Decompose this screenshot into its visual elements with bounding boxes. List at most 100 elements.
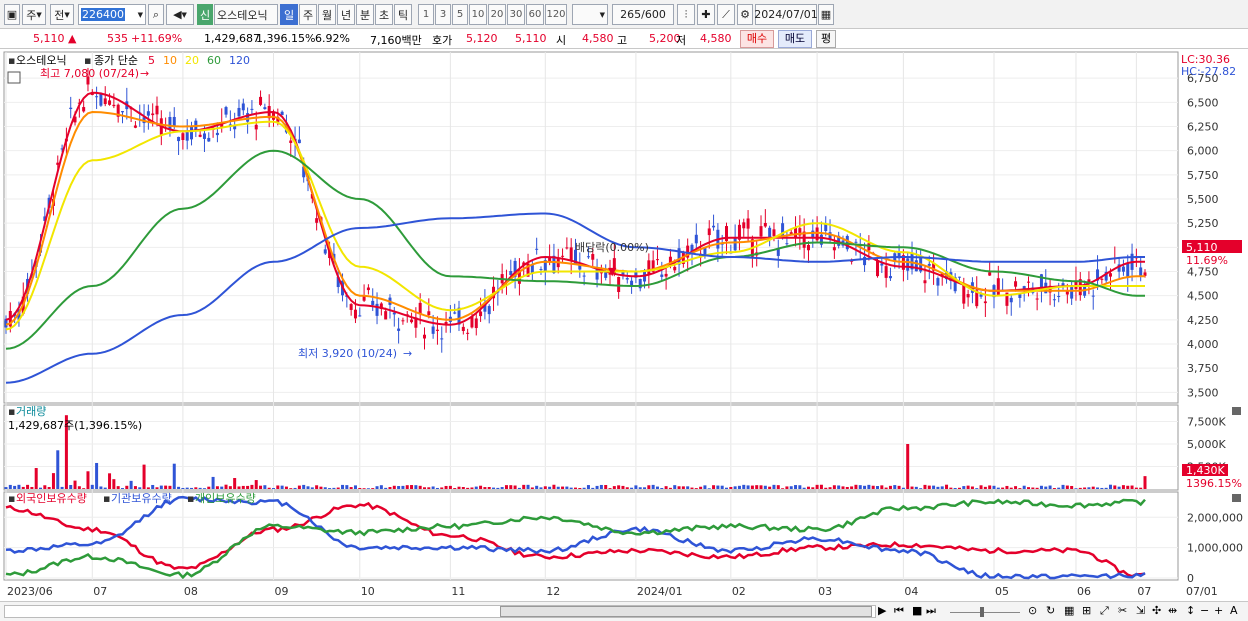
interval-button-120[interactable]: 120 xyxy=(545,4,567,25)
rewind-icon[interactable]: ⏮ xyxy=(894,604,904,618)
line-icon[interactable]: ⟋ xyxy=(717,4,735,25)
date-field[interactable]: 2024/07/01 xyxy=(754,4,818,25)
volume-bar xyxy=(142,464,146,489)
up-down-icon[interactable]: ↕ xyxy=(1186,604,1195,617)
tab-period-4[interactable]: 분 xyxy=(356,4,374,25)
volume-bar xyxy=(776,485,780,489)
cross-icon[interactable]: ✣ xyxy=(1152,604,1161,617)
zoom-slider[interactable] xyxy=(950,612,1020,613)
volume-bar xyxy=(819,484,823,489)
tab-period-0[interactable]: 일 xyxy=(280,4,298,25)
candle-body xyxy=(1035,298,1039,300)
x-tick-label: 10 xyxy=(361,585,375,598)
turnover-pct: 6.92% xyxy=(315,32,350,45)
avg-button[interactable]: 평 xyxy=(816,30,836,48)
interval-select[interactable]: ▼ xyxy=(572,4,608,25)
candle-body xyxy=(237,107,241,117)
volume-bar xyxy=(703,485,707,489)
prev-button[interactable]: 전 ▼ xyxy=(50,4,74,25)
zoom-fit-icon[interactable]: ⊙ xyxy=(1028,604,1037,617)
zoom-slider-handle[interactable] xyxy=(980,607,984,617)
scroll-right-icon[interactable]: ▶ xyxy=(878,604,886,617)
volume-bar xyxy=(647,485,651,489)
candle-body xyxy=(375,303,379,316)
sound-icon[interactable]: ◀ ▼ xyxy=(166,4,194,25)
volume-bar xyxy=(979,485,983,489)
bottom-scrollbar[interactable]: ▶ ⏮ ■ ⏭ ⊙ ↻ ▦ ⊞ ⤢ ✂ ⇲ ✣ ⇹ ↕ − + A xyxy=(0,601,1248,621)
volume-bar xyxy=(125,485,129,489)
volume-bar xyxy=(716,485,720,489)
candle-body xyxy=(1091,295,1095,297)
x-tick-label: 03 xyxy=(818,585,832,598)
settings-icon[interactable]: ⚙ xyxy=(737,4,753,25)
scroll-thumb[interactable] xyxy=(500,606,872,617)
candle-body xyxy=(660,274,664,277)
candle-body xyxy=(983,301,987,304)
interval-button-1[interactable]: 1 xyxy=(418,4,434,25)
refresh-icon[interactable]: ↻ xyxy=(1046,604,1055,617)
volume-bar xyxy=(211,476,215,489)
font-size-icon[interactable]: A xyxy=(1230,604,1238,617)
crosshair-icon[interactable]: ✚ xyxy=(697,4,715,25)
price-tick-label: 4,250 xyxy=(1187,314,1219,327)
x-tick-label: 11 xyxy=(451,585,465,598)
x-tick-label: 02 xyxy=(732,585,746,598)
interval-button-30[interactable]: 30 xyxy=(507,4,525,25)
interval-button-3[interactable]: 3 xyxy=(435,4,451,25)
tab-period-3[interactable]: 년 xyxy=(337,4,355,25)
candle-body xyxy=(936,278,940,286)
stop-icon[interactable]: ■ xyxy=(912,604,922,617)
arrows-icon[interactable]: ⇹ xyxy=(1168,604,1177,617)
interval-button-10[interactable]: 10 xyxy=(469,4,487,25)
tab-period-6[interactable]: 틱 xyxy=(394,4,412,25)
candle-icon[interactable]: ⫶ xyxy=(677,4,695,25)
volume-bar xyxy=(155,487,159,489)
high-label: 고 xyxy=(617,34,628,47)
shrink-icon[interactable]: ⇲ xyxy=(1136,604,1145,617)
count-field[interactable]: 265/600 xyxy=(612,4,674,25)
volume-bar xyxy=(983,486,987,489)
buy-button[interactable]: 매수 xyxy=(740,30,774,48)
layout-icon[interactable]: ▣ xyxy=(4,4,20,25)
holding-close-icon[interactable] xyxy=(1232,494,1241,502)
grid-icon[interactable]: ▦ xyxy=(1064,604,1074,617)
tab-period-2[interactable]: 월 xyxy=(318,4,336,25)
interval-button-20[interactable]: 20 xyxy=(488,4,506,25)
search-icon[interactable]: ⌕ xyxy=(148,4,164,25)
grid-table-icon[interactable] xyxy=(7,71,21,84)
volume-bar xyxy=(591,487,595,489)
split-icon[interactable]: ⊞ xyxy=(1082,604,1091,617)
zoom-out-icon[interactable]: − xyxy=(1200,604,1209,617)
cut-icon[interactable]: ✂ xyxy=(1118,604,1127,617)
volume-bar xyxy=(871,485,875,489)
volume-tick-label: 7,500K xyxy=(1187,416,1226,429)
volume-bar xyxy=(492,487,496,489)
volume-bar xyxy=(431,486,435,489)
period-selector[interactable]: 주 ▼ xyxy=(22,4,46,25)
current-price-text: 5,110 xyxy=(1186,241,1218,254)
volume-bar xyxy=(863,485,867,489)
price-value: 5,110 xyxy=(33,32,65,45)
volume-tick-label: 5,000K xyxy=(1187,438,1226,451)
legend-square-icon: ▪ xyxy=(8,54,15,67)
interval-button-5[interactable]: 5 xyxy=(452,4,468,25)
interval-button-60[interactable]: 60 xyxy=(526,4,544,25)
volume-bar xyxy=(202,488,206,489)
ma-legend-20: 20 xyxy=(185,54,199,67)
expand-icon[interactable]: ⤢ xyxy=(1100,604,1109,618)
tab-period-1[interactable]: 주 xyxy=(299,4,317,25)
forward-icon[interactable]: ⏭ xyxy=(926,604,936,618)
volume-close-icon[interactable] xyxy=(1232,407,1241,415)
stock-chart[interactable]: 6,7506,5006,2506,0005,7505,5005,2505,000… xyxy=(0,50,1248,621)
zoom-in-icon[interactable]: + xyxy=(1214,604,1223,617)
tab-period-5[interactable]: 초 xyxy=(375,4,393,25)
volume-bar xyxy=(504,485,508,489)
stock-code-input[interactable]: 226400 ▼ xyxy=(78,4,146,25)
candle-body xyxy=(561,255,565,257)
candle-body xyxy=(198,134,202,137)
volume-bar xyxy=(397,486,401,489)
sin-badge: 신 xyxy=(197,4,213,25)
volume-bar xyxy=(310,487,314,489)
sell-button[interactable]: 매도 xyxy=(778,30,812,48)
calendar-icon[interactable]: ▦ xyxy=(818,4,834,25)
